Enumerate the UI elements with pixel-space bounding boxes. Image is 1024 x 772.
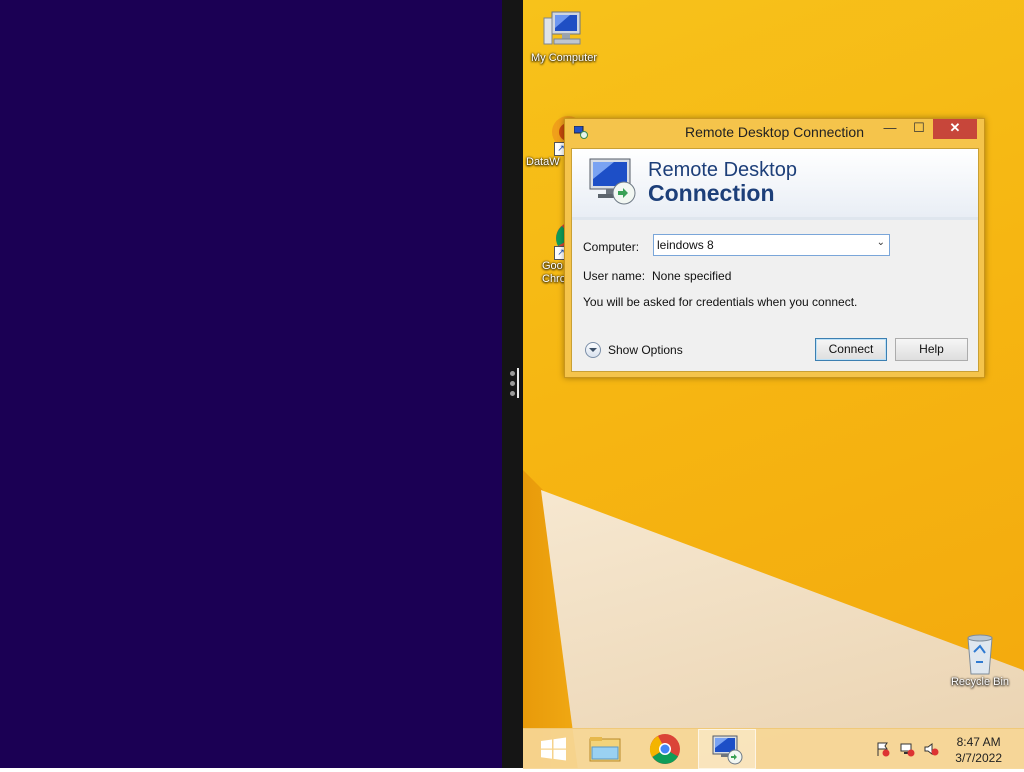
taskbar-chrome[interactable] — [638, 729, 692, 769]
snapped-app-pane — [0, 0, 502, 768]
volume-muted-icon[interactable] — [923, 741, 939, 757]
taskbar-clock[interactable]: 8:47 AM 3/7/2022 — [955, 734, 1002, 766]
close-button[interactable]: ✕ — [933, 119, 977, 139]
start-button[interactable] — [527, 729, 581, 769]
splitter-grip-dot — [510, 381, 515, 386]
taskbar-remote-desktop[interactable] — [698, 729, 756, 769]
splitter-grip-dot — [510, 391, 515, 396]
folder-icon — [589, 737, 621, 762]
remote-desktop-icon — [712, 735, 743, 765]
connect-button[interactable]: Connect — [815, 338, 887, 361]
dialog-banner: Remote Desktop Connection — [572, 149, 978, 218]
wallpaper-fold — [541, 490, 1024, 768]
windows-logo-icon — [541, 737, 566, 761]
action-center-flag-icon[interactable] — [875, 741, 891, 757]
dialog-client-area: Remote Desktop Connection Computer: lein… — [571, 148, 979, 372]
split-view-divider[interactable] — [502, 0, 523, 768]
desktop-icon-label: My Computer — [530, 52, 598, 64]
username-label: User name: — [583, 269, 646, 283]
show-options-label[interactable]: Show Options — [608, 343, 683, 357]
computer-icon — [540, 8, 588, 52]
desktop-icon-label: Recycle Bin — [950, 676, 1010, 688]
taskbar-file-explorer[interactable] — [578, 729, 632, 769]
clock-time: 8:47 AM — [956, 735, 1001, 749]
banner-title-line1: Remote Desktop — [648, 159, 797, 181]
splitter-handle[interactable] — [517, 368, 519, 398]
computer-input[interactable]: leindows 8 — [657, 238, 714, 252]
chevron-down-icon[interactable]: ⌄ — [877, 237, 885, 248]
title-bar[interactable]: Remote Desktop Connection — ☐ ✕ — [565, 119, 984, 147]
remote-desktop-monitor-icon — [586, 155, 642, 209]
username-value: None specified — [652, 269, 732, 283]
splitter-grip-dot — [510, 371, 515, 376]
expand-chevron-icon[interactable] — [585, 342, 601, 358]
credentials-note: You will be asked for credentials when y… — [583, 295, 858, 309]
banner-title-line2: Connection — [648, 180, 775, 206]
minimize-button[interactable]: — — [877, 119, 903, 139]
help-button[interactable]: Help — [895, 338, 968, 361]
recycle-bin-icon — [956, 632, 1004, 676]
chrome-icon — [649, 734, 680, 764]
taskbar: 8:47 AM 3/7/2022 — [523, 728, 1024, 769]
remote-desktop-connection-window: Remote Desktop Connection — ☐ ✕ Remote D… — [564, 118, 985, 378]
computer-combobox[interactable]: leindows 8 ⌄ — [653, 234, 890, 256]
desktop-icon-recycle-bin[interactable]: Recycle Bin — [940, 632, 1020, 688]
desktop-icon-my-computer[interactable]: My Computer — [524, 8, 604, 64]
maximize-button[interactable]: ☐ — [906, 119, 932, 139]
network-icon[interactable] — [899, 741, 915, 757]
computer-label: Computer: — [583, 240, 640, 254]
banner-divider — [572, 217, 978, 220]
clock-date: 3/7/2022 — [955, 751, 1002, 765]
